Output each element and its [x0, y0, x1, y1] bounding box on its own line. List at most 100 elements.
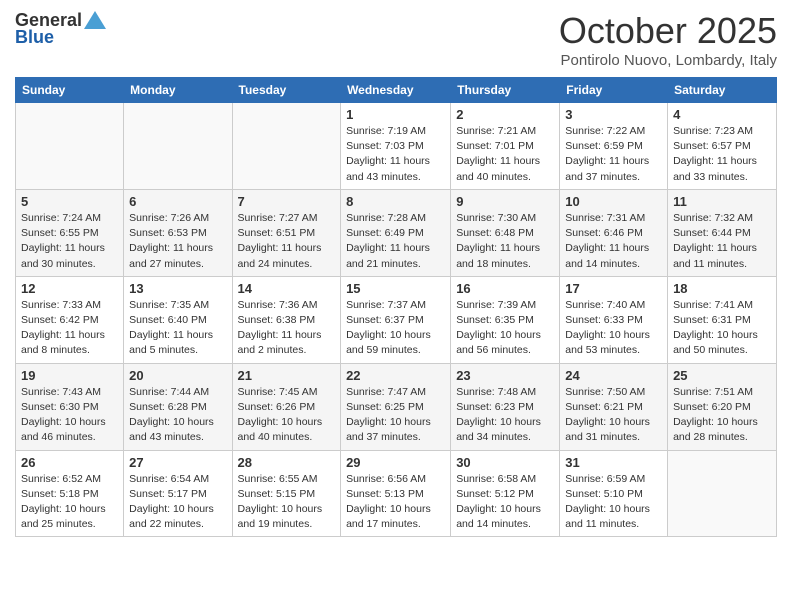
day-info: Sunrise: 7:23 AM Sunset: 6:57 PM Dayligh…: [673, 124, 771, 185]
day-info: Sunrise: 7:41 AM Sunset: 6:31 PM Dayligh…: [673, 298, 771, 359]
week-row-4: 19 Sunrise: 7:43 AM Sunset: 6:30 PM Dayli…: [16, 363, 777, 450]
calendar-cell: 16Sunrise: 7:39 AM Sunset: 6:35 PM Dayli…: [451, 276, 560, 363]
day-number: 6: [129, 194, 226, 209]
day-info: Sunrise: 7:48 AM Sunset: 6:23 PM Dayligh…: [456, 385, 554, 446]
calendar-cell: 29 Sunrise: 6:56 AM Sunset: 5:13 PM Dayli…: [341, 450, 451, 537]
day-number: 16: [456, 281, 554, 296]
calendar-cell: 27 Sunrise: 6:54 AM Sunset: 5:17 PM Dayli…: [124, 450, 232, 537]
day-info: Sunrise: 7:51 AM Sunset: 6:20 PM Dayligh…: [673, 385, 771, 446]
day-number: 5: [21, 194, 118, 209]
day-number: 2: [456, 107, 554, 122]
week-row-3: 12 Sunrise: 7:33 AM Sunset: 6:42 PM Dayli…: [16, 276, 777, 363]
calendar-cell: 2 Sunrise: 7:21 AM Sunset: 7:01 PM Daylig…: [451, 103, 560, 190]
calendar-cell: 7Sunrise: 7:27 AM Sunset: 6:51 PM Daylig…: [232, 189, 341, 276]
subtitle: Pontirolo Nuovo, Lombardy, Italy: [559, 52, 777, 69]
day-number: 18: [673, 281, 771, 296]
day-info: Sunrise: 7:40 AM Sunset: 6:33 PM Dayligh…: [565, 298, 662, 359]
day-info: Sunrise: 7:26 AM Sunset: 6:53 PM Dayligh…: [129, 211, 226, 272]
day-info: Sunrise: 7:21 AM Sunset: 7:01 PM Dayligh…: [456, 124, 554, 185]
logo: General Blue: [15, 10, 106, 48]
calendar-cell: 12 Sunrise: 7:33 AM Sunset: 6:42 PM Dayli…: [16, 276, 124, 363]
calendar-cell: [668, 450, 777, 537]
calendar-cell: 5 Sunrise: 7:24 AM Sunset: 6:55 PM Daylig…: [16, 189, 124, 276]
logo-blue-text: Blue: [15, 27, 54, 48]
calendar-cell: [16, 103, 124, 190]
day-header-sunday: Sunday: [16, 78, 124, 103]
day-info: Sunrise: 7:24 AM Sunset: 6:55 PM Dayligh…: [21, 211, 118, 272]
day-number: 21: [238, 368, 336, 383]
week-row-5: 26 Sunrise: 6:52 AM Sunset: 5:18 PM Dayli…: [16, 450, 777, 537]
day-info: Sunrise: 6:58 AM Sunset: 5:12 PM Dayligh…: [456, 472, 554, 533]
day-info: Sunrise: 7:31 AM Sunset: 6:46 PM Dayligh…: [565, 211, 662, 272]
day-info: Sunrise: 7:19 AM Sunset: 7:03 PM Dayligh…: [346, 124, 445, 185]
day-number: 19: [21, 368, 118, 383]
calendar-cell: 8Sunrise: 7:28 AM Sunset: 6:49 PM Daylig…: [341, 189, 451, 276]
day-number: 9: [456, 194, 554, 209]
day-number: 27: [129, 455, 226, 470]
day-header-tuesday: Tuesday: [232, 78, 341, 103]
day-number: 14: [238, 281, 336, 296]
day-header-monday: Monday: [124, 78, 232, 103]
week-row-1: 1 Sunrise: 7:19 AM Sunset: 7:03 PM Daylig…: [16, 103, 777, 190]
header: General Blue October 2025 Pontirolo Nuov…: [15, 10, 777, 69]
day-info: Sunrise: 6:54 AM Sunset: 5:17 PM Dayligh…: [129, 472, 226, 533]
calendar-cell: 31 Sunrise: 6:59 AM Sunset: 5:10 PM Dayli…: [560, 450, 668, 537]
day-info: Sunrise: 7:37 AM Sunset: 6:37 PM Dayligh…: [346, 298, 445, 359]
day-info: Sunrise: 7:28 AM Sunset: 6:49 PM Dayligh…: [346, 211, 445, 272]
calendar-cell: 23 Sunrise: 7:48 AM Sunset: 6:23 PM Dayli…: [451, 363, 560, 450]
day-number: 20: [129, 368, 226, 383]
calendar-cell: 11 Sunrise: 7:32 AM Sunset: 6:44 PM Dayli…: [668, 189, 777, 276]
calendar-cell: 6 Sunrise: 7:26 AM Sunset: 6:53 PM Daylig…: [124, 189, 232, 276]
day-info: Sunrise: 7:22 AM Sunset: 6:59 PM Dayligh…: [565, 124, 662, 185]
day-number: 24: [565, 368, 662, 383]
days-header-row: SundayMondayTuesdayWednesdayThursdayFrid…: [16, 78, 777, 103]
day-info: Sunrise: 6:56 AM Sunset: 5:13 PM Dayligh…: [346, 472, 445, 533]
calendar-cell: 28Sunrise: 6:55 AM Sunset: 5:15 PM Dayli…: [232, 450, 341, 537]
day-info: Sunrise: 7:47 AM Sunset: 6:25 PM Dayligh…: [346, 385, 445, 446]
calendar-cell: 14 Sunrise: 7:36 AM Sunset: 6:38 PM Dayli…: [232, 276, 341, 363]
calendar-cell: 10 Sunrise: 7:31 AM Sunset: 6:46 PM Dayli…: [560, 189, 668, 276]
day-info: Sunrise: 7:30 AM Sunset: 6:48 PM Dayligh…: [456, 211, 554, 272]
calendar-cell: 30 Sunrise: 6:58 AM Sunset: 5:12 PM Dayli…: [451, 450, 560, 537]
day-number: 4: [673, 107, 771, 122]
month-title: October 2025: [559, 10, 777, 52]
day-header-thursday: Thursday: [451, 78, 560, 103]
title-area: October 2025 Pontirolo Nuovo, Lombardy, …: [559, 10, 777, 69]
day-info: Sunrise: 6:52 AM Sunset: 5:18 PM Dayligh…: [21, 472, 118, 533]
week-row-2: 5 Sunrise: 7:24 AM Sunset: 6:55 PM Daylig…: [16, 189, 777, 276]
day-number: 12: [21, 281, 118, 296]
day-info: Sunrise: 7:35 AM Sunset: 6:40 PM Dayligh…: [129, 298, 226, 359]
calendar-cell: 21 Sunrise: 7:45 AM Sunset: 6:26 PM Dayli…: [232, 363, 341, 450]
day-header-wednesday: Wednesday: [341, 78, 451, 103]
calendar-cell: [232, 103, 341, 190]
day-number: 1: [346, 107, 445, 122]
day-info: Sunrise: 7:33 AM Sunset: 6:42 PM Dayligh…: [21, 298, 118, 359]
day-info: Sunrise: 7:44 AM Sunset: 6:28 PM Dayligh…: [129, 385, 226, 446]
calendar-cell: 9 Sunrise: 7:30 AM Sunset: 6:48 PM Daylig…: [451, 189, 560, 276]
day-info: Sunrise: 7:43 AM Sunset: 6:30 PM Dayligh…: [21, 385, 118, 446]
calendar-cell: 26 Sunrise: 6:52 AM Sunset: 5:18 PM Dayli…: [16, 450, 124, 537]
calendar-cell: 25 Sunrise: 7:51 AM Sunset: 6:20 PM Dayli…: [668, 363, 777, 450]
day-info: Sunrise: 7:27 AM Sunset: 6:51 PM Dayligh…: [238, 211, 336, 272]
day-number: 25: [673, 368, 771, 383]
day-number: 26: [21, 455, 118, 470]
calendar-cell: 17 Sunrise: 7:40 AM Sunset: 6:33 PM Dayli…: [560, 276, 668, 363]
calendar-cell: 19 Sunrise: 7:43 AM Sunset: 6:30 PM Dayli…: [16, 363, 124, 450]
day-info: Sunrise: 7:36 AM Sunset: 6:38 PM Dayligh…: [238, 298, 336, 359]
calendar-cell: 22Sunrise: 7:47 AM Sunset: 6:25 PM Dayli…: [341, 363, 451, 450]
calendar-cell: 13Sunrise: 7:35 AM Sunset: 6:40 PM Dayli…: [124, 276, 232, 363]
day-number: 17: [565, 281, 662, 296]
calendar-cell: 15Sunrise: 7:37 AM Sunset: 6:37 PM Dayli…: [341, 276, 451, 363]
day-number: 30: [456, 455, 554, 470]
day-info: Sunrise: 6:59 AM Sunset: 5:10 PM Dayligh…: [565, 472, 662, 533]
day-number: 11: [673, 194, 771, 209]
day-number: 10: [565, 194, 662, 209]
day-info: Sunrise: 7:45 AM Sunset: 6:26 PM Dayligh…: [238, 385, 336, 446]
day-info: Sunrise: 7:32 AM Sunset: 6:44 PM Dayligh…: [673, 211, 771, 272]
day-number: 29: [346, 455, 445, 470]
day-number: 23: [456, 368, 554, 383]
calendar-cell: 20 Sunrise: 7:44 AM Sunset: 6:28 PM Dayli…: [124, 363, 232, 450]
calendar-cell: 18 Sunrise: 7:41 AM Sunset: 6:31 PM Dayli…: [668, 276, 777, 363]
day-number: 31: [565, 455, 662, 470]
day-number: 28: [238, 455, 336, 470]
